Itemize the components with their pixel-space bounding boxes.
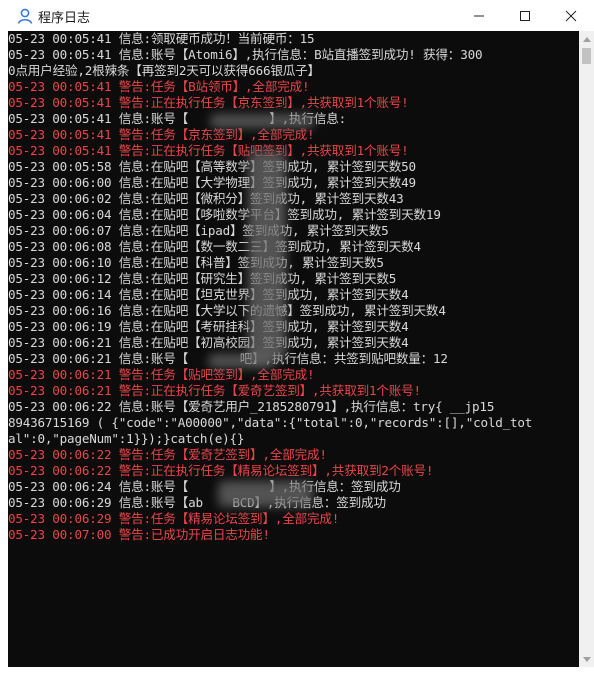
log-line-warning: 05-23 00:06:22 警告:正在执行任务【精易论坛签到】,共获取到2个账… — [8, 463, 434, 478]
redacted-account — [210, 114, 315, 128]
log-line-warning: 05-23 00:06:22 警告:任务【爱奇艺签到】,全部完成! — [8, 447, 327, 462]
log-line-warning: 05-23 00:06:21 警告:任务【贴吧签到】,全部完成! — [8, 367, 315, 382]
log-line-info: 05-23 00:06:02 信息:在贴吧【微积分】签到成功, 累计签到天数43 — [8, 191, 404, 206]
window-border — [0, 31, 8, 667]
scrollbar-thumb[interactable] — [582, 48, 591, 64]
log-line-info: 05-23 00:06:21 信息:在贴吧【初高校园】签到成功, 累计签到天数4 — [8, 335, 409, 350]
log-line-info: 05-23 00:06:00 信息:在贴吧【大学物理】签到成功, 累计签到天数4… — [8, 175, 416, 190]
log-line-warning: 05-23 00:06:29 警告:任务【精易论坛签到】,全部完成! — [8, 511, 340, 526]
log-line-info: 05-23 00:06:08 信息:在贴吧【数一数二三】签到成功, 累计签到天数… — [8, 239, 421, 254]
log-line-info: 05-23 00:06:22 信息:账号【爱奇艺用户_2185280791】,执… — [8, 399, 495, 414]
log-line-info: 05-23 00:05:41 信息:账号【Atomi6】,执行信息：B站直播签到… — [8, 47, 483, 62]
window-bottom-border — [0, 667, 594, 675]
log-line-info: 05-23 00:06:07 信息:在贴吧【ipad】签到成功, 累计签到天数5 — [8, 223, 389, 238]
log-lines: 05-23 00:05:41 信息:领取硬币成功！当前硬币：15 05-23 00… — [8, 31, 579, 543]
log-line-info: 0点用户经验,2根辣条【再签到2天可以获得666银瓜子】 — [8, 63, 320, 78]
log-line-info: 05-23 00:06:14 信息:在贴吧【坦克世界】签到成功, 累计签到天数4 — [8, 287, 409, 302]
log-line-info: 05-23 00:06:19 信息:在贴吧【考研挂科】签到成功, 累计签到天数4 — [8, 319, 409, 334]
log-line-warning: 05-23 00:05:41 警告:任务【B站领币】,全部完成! — [8, 79, 310, 94]
log-line-info: 89436715169 ( {"code":"A00000","data":{"… — [8, 415, 533, 430]
log-line-info: 05-23 00:06:10 信息:在贴吧【科普】签到成功, 累计签到天数5 — [8, 255, 384, 270]
maximize-icon — [519, 10, 531, 22]
scroll-up-icon[interactable] — [579, 31, 594, 47]
log-line-info: 05-23 00:06:04 信息:在贴吧【哆啦数学平台】签到成功, 累计签到天… — [8, 207, 441, 222]
log-line-info: 05-23 00:05:58 信息:在贴吧【高等数学】签到成功, 累计签到天数5… — [8, 159, 416, 174]
maximize-button[interactable] — [502, 0, 548, 31]
log-line-warning: 05-23 00:05:41 警告:任务【京东签到】,全部完成! — [8, 127, 315, 142]
redacted-account — [218, 481, 313, 507]
log-line-info: 05-23 00:06:12 信息:在贴吧【研究生】签到成功, 累计签到天数5 — [8, 271, 397, 286]
log-line-warning: 05-23 00:05:41 警告:正在执行任务【贴吧签到】,共获取到1个账号! — [8, 143, 409, 158]
minimize-icon — [473, 10, 485, 22]
title-bar[interactable]: 程序日志 — [0, 0, 594, 31]
window-title: 程序日志 — [38, 10, 91, 25]
log-line-warning: 05-23 00:05:41 警告:正在执行任务【京东签到】,共获取到1个账号! — [8, 95, 409, 110]
log-line-info: al":0,"pageNum":1}});}catch(e){} — [8, 431, 245, 446]
log-line-info: 05-23 00:06:21 信息:账号【 吧】,执行信息：共签到贴吧数量：12 — [8, 351, 448, 366]
log-window: 程序日志 05-23 00:05:41 信息:领取硬币成功！当前硬币：15 05-… — [0, 0, 594, 675]
vertical-scrollbar[interactable] — [579, 31, 594, 667]
close-icon — [565, 10, 577, 22]
log-line-warning: 05-23 00:07:00 警告:已成功开启日志功能! — [8, 527, 270, 542]
close-button[interactable] — [548, 0, 594, 31]
scroll-down-icon[interactable] — [579, 651, 594, 667]
user-icon — [16, 7, 34, 25]
log-line-info: 05-23 00:06:16 信息:在贴吧【大学以下的遗憾】签到成功, 累计签到… — [8, 303, 446, 318]
minimize-button[interactable] — [456, 0, 502, 31]
redacted-account — [208, 354, 274, 368]
log-line-info: 05-23 00:05:41 信息:领取硬币成功！当前硬币：15 — [8, 31, 315, 46]
log-line-warning: 05-23 00:06:21 警告:正在执行任务【爱奇艺签到】,共获取到1个账号… — [8, 383, 421, 398]
console-output[interactable]: 05-23 00:05:41 信息:领取硬币成功！当前硬币：15 05-23 00… — [8, 31, 579, 667]
redacted-region — [248, 151, 286, 361]
